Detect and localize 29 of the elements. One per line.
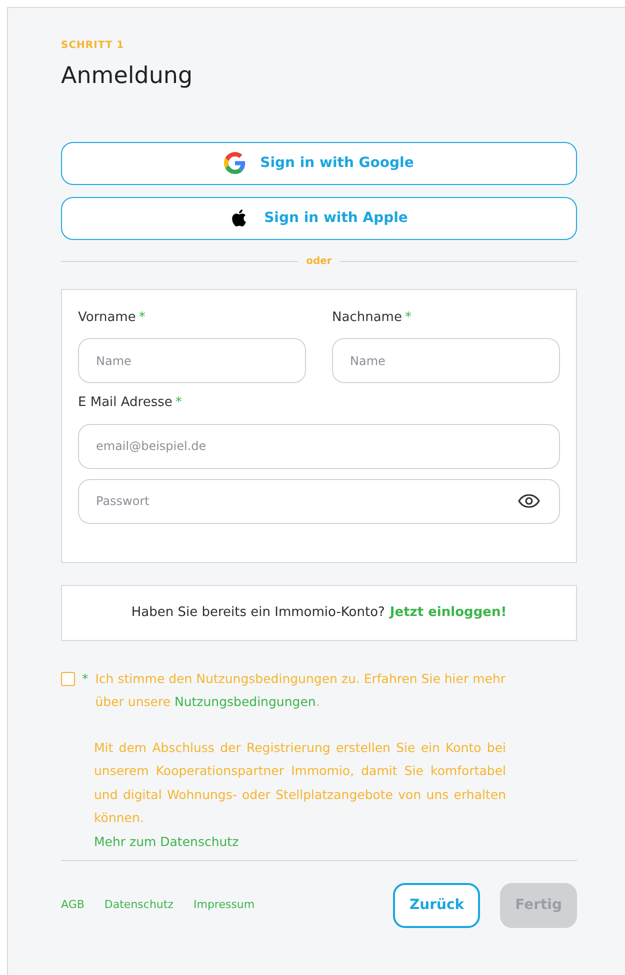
page-title: Anmeldung (61, 62, 193, 91)
password-field[interactable]: Passwort (78, 478, 560, 524)
footer-link[interactable]: Impressum (193, 897, 255, 914)
field-label: E Mail Adresse (78, 394, 172, 412)
step-label: SCHRITT 1 (61, 39, 124, 53)
terms-text: Ich stimme den Nutzungsbedingungen zu. Erfahren Sie hier mehr über unsere Nutzungsbedingungen. (95, 670, 507, 711)
input-field[interactable]: email@beispiel.de (78, 424, 560, 468)
google-sign-in-button[interactable]: Sign in with Google (61, 142, 577, 184)
footer-link[interactable]: AGB (61, 897, 84, 914)
input-field[interactable]: Name (78, 338, 306, 383)
required-mark: * (175, 394, 182, 412)
field-label: Vorname (78, 308, 136, 326)
privacy-text: Mit dem Abschluss der Registrierung erstellen Sie ein Konto bei unserem Kooperationspartner Immomio, damit Sie komfortabel und digital Wohnungs- oder Stellplatzangebote von uns erhalten können. (94, 738, 506, 827)
input-field[interactable]: Name (332, 338, 560, 383)
eye-icon[interactable] (518, 494, 540, 508)
login-hint-text: Haben Sie bereits ein Immomio-Konto? (131, 604, 385, 622)
divider-label: oder (306, 254, 332, 268)
terms-checkbox[interactable] (61, 672, 75, 686)
footer-link[interactable]: Datenschutz (104, 897, 174, 914)
required-mark: * (404, 308, 412, 326)
privacy-link[interactable]: Mehr zum Datenschutz (94, 830, 239, 853)
google-logo-icon (224, 152, 246, 174)
apple-sign-in-button[interactable]: Sign in with Apple (61, 196, 577, 240)
terms-link[interactable]: Nutzungsbedingungen (174, 694, 316, 708)
required-mark: * (138, 308, 146, 326)
login-link[interactable]: Jetzt einloggen! (390, 602, 507, 622)
required-mark: * (82, 670, 88, 688)
back-button[interactable]: Zurück (393, 883, 480, 928)
field-label: Nachname (332, 308, 402, 326)
